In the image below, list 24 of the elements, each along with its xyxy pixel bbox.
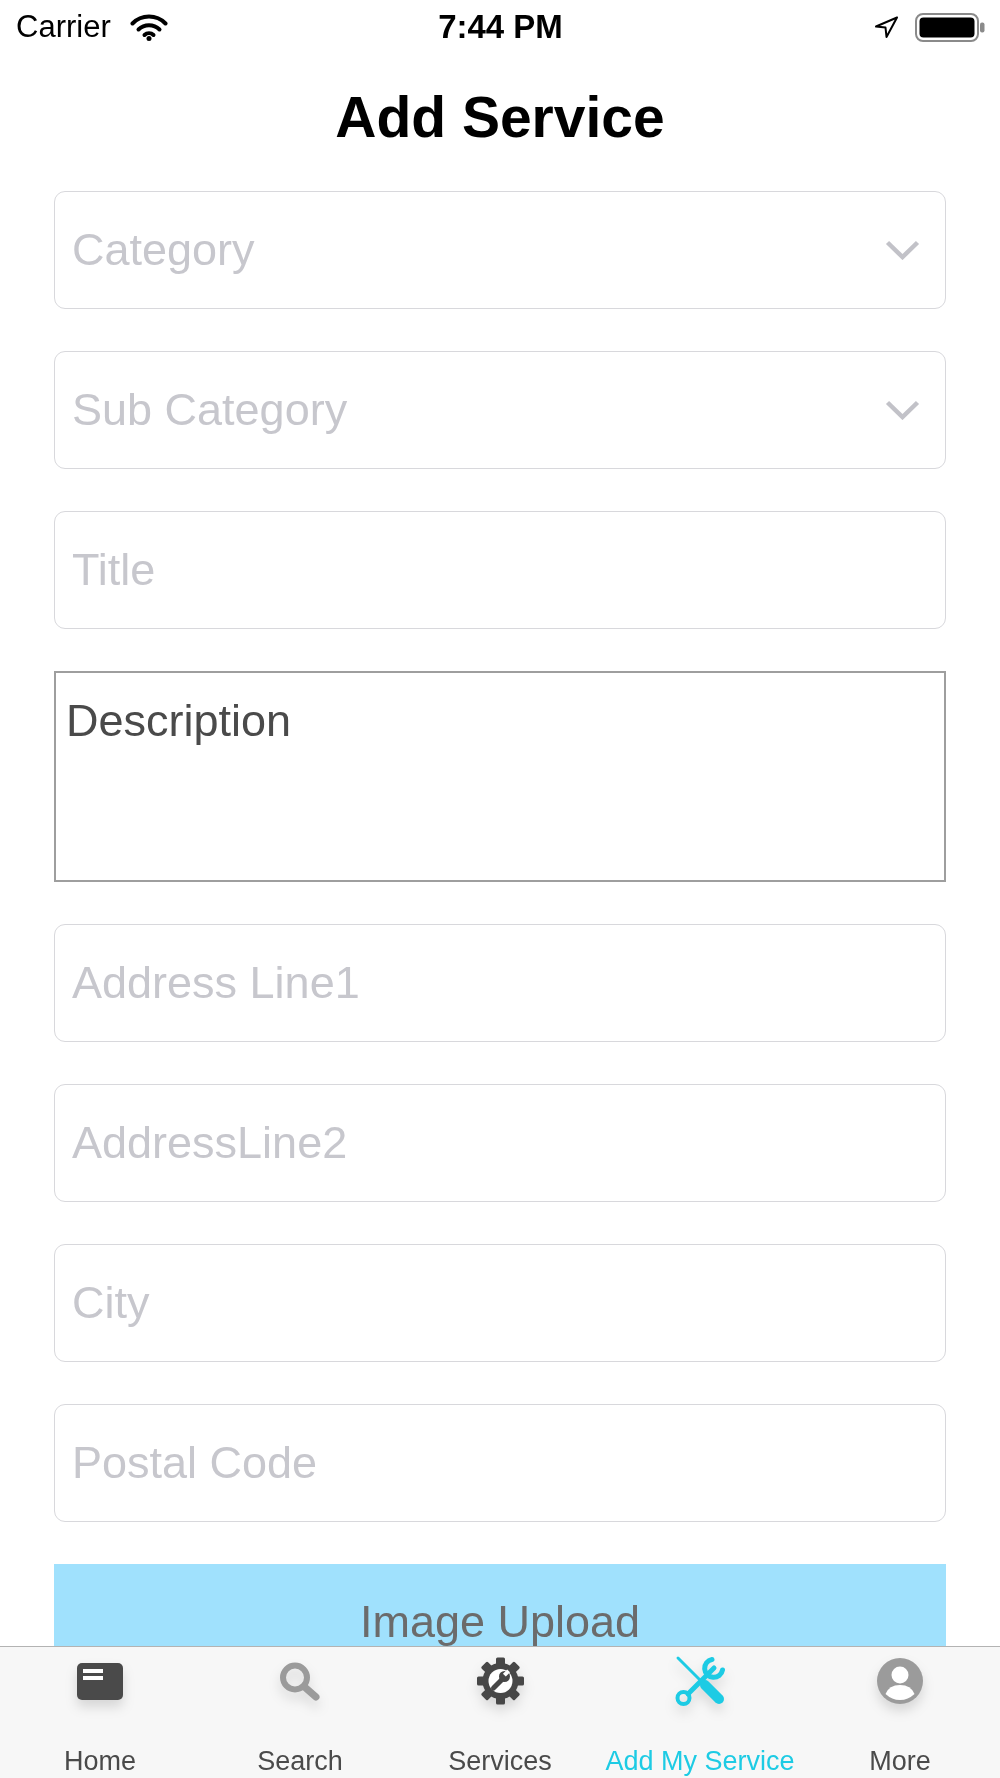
- carrier-label: Carrier: [16, 9, 111, 45]
- location-arrow-icon: [874, 15, 899, 39]
- tab-bar-item[interactable]: More: [800, 1647, 1000, 1778]
- upload-button[interactable]: Image Upload: [54, 1564, 946, 1646]
- text-field[interactable]: Address Line1: [54, 924, 946, 1042]
- gear-wrench-icon: [474, 1656, 526, 1706]
- text-field[interactable]: Postal Code: [54, 1404, 946, 1522]
- text-field[interactable]: City: [54, 1244, 946, 1362]
- text-field[interactable]: AddressLine2: [54, 1084, 946, 1202]
- tab-bar-item[interactable]: Search: [200, 1647, 400, 1778]
- person-icon: [877, 1658, 923, 1704]
- chevron-down-icon: [885, 400, 920, 420]
- tab-bar-item[interactable]: Services: [400, 1647, 600, 1778]
- card-icon: [77, 1662, 123, 1700]
- screen-title: Add Service: [335, 85, 665, 149]
- text-field[interactable]: Title: [54, 511, 946, 629]
- status-time: 7:44 PM: [438, 8, 563, 46]
- battery-icon: [915, 12, 985, 42]
- wrench-screwdriver-icon: [673, 1655, 727, 1707]
- text-area[interactable]: Description: [54, 671, 946, 882]
- chevron-down-icon: [885, 240, 920, 260]
- tab-bar-item[interactable]: Home: [0, 1647, 200, 1778]
- wifi-icon: [129, 13, 168, 41]
- search-icon: [279, 1661, 321, 1701]
